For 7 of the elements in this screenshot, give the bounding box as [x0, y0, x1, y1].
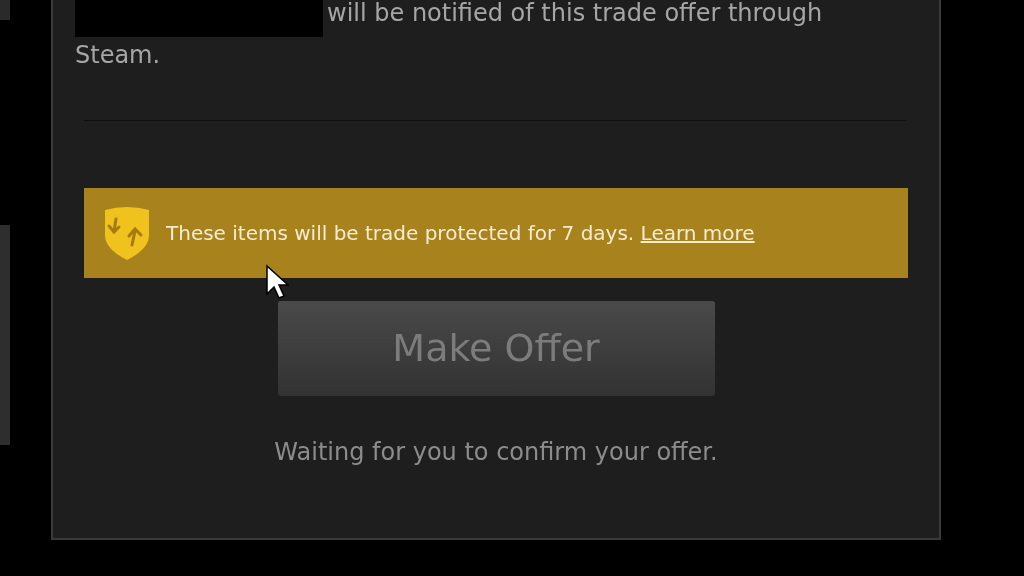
learn-more-link[interactable]: Learn more	[640, 221, 755, 245]
side-panel	[0, 0, 10, 20]
notice-text: will be notified of this trade offer through Steam.	[75, 0, 824, 71]
banner-text: These items will be trade protected for 7 days. Learn more	[166, 220, 755, 247]
cursor-icon	[265, 264, 289, 300]
shield-icon	[102, 205, 152, 261]
status-text: Waiting for you to confirm your offer.	[274, 437, 718, 468]
